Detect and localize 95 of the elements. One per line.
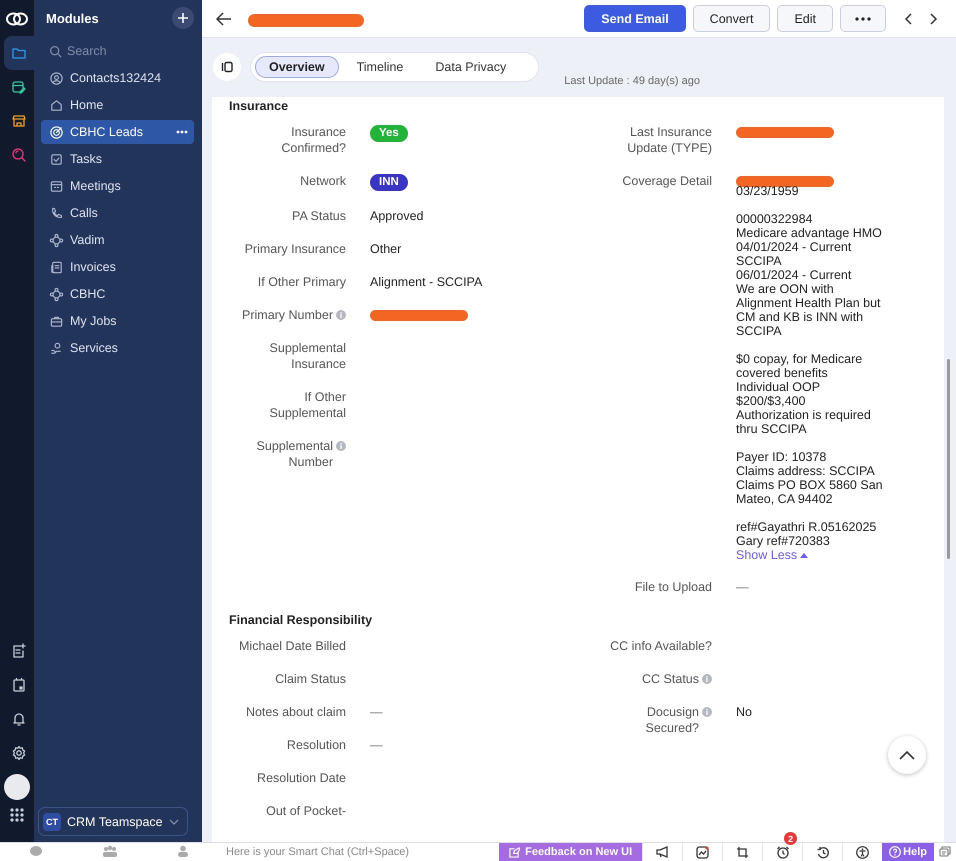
phone-icon [49, 206, 64, 220]
section-title: Insurance [228, 98, 290, 115]
empty-value: — [370, 737, 384, 753]
panel-title: Modules [46, 10, 99, 26]
field-label: Coverage Detail [622, 173, 712, 189]
field-label: Last Insurance Update (TYPE) [626, 124, 712, 156]
search-icon [49, 44, 62, 58]
status-badge: INN [370, 174, 408, 191]
workspace-selector[interactable]: CT CRM Teamspace [38, 807, 188, 836]
panel-icon [221, 61, 233, 73]
sidebar-item[interactable]: CBHC Leads [41, 120, 194, 144]
field-label: Out of Pocket- [266, 803, 346, 819]
sidebar-item[interactable]: Services [41, 336, 194, 360]
contact-icon [49, 70, 64, 86]
calendar-icon [49, 178, 64, 194]
target-icon [49, 124, 64, 140]
field-label: Claim Status [275, 671, 346, 687]
alarm-clock-icon [776, 846, 790, 858]
field-label: Primary Insurance [244, 241, 346, 257]
field-value: Approved [370, 208, 425, 224]
task-icon [49, 152, 64, 166]
document-icon [49, 260, 64, 274]
field-label: Supplemental Number [256, 438, 333, 470]
help-button[interactable]: Help [882, 843, 934, 861]
calendar-edit-icon[interactable] [11, 79, 27, 95]
sidebar-item[interactable]: Home [41, 93, 194, 117]
chevron-up-icon [899, 750, 915, 760]
sidebar-item[interactable]: My Jobs [41, 309, 194, 333]
panel-toggle-button[interactable] [213, 53, 241, 81]
sidebar-item[interactable]: Invoices [41, 255, 194, 279]
sidebar-item[interactable]: CBHC [41, 282, 194, 306]
previous-icon[interactable] [904, 12, 912, 24]
field-label: Resolution [286, 737, 346, 753]
back-arrow-icon[interactable] [216, 12, 232, 26]
field-label: CC Status [642, 671, 699, 687]
field-label: CC info Available? [610, 638, 712, 654]
field-label: Notes about claim [246, 704, 346, 720]
sidebar-item[interactable]: Contacts132424 [41, 66, 194, 90]
action-button[interactable]: Send Email [584, 5, 686, 32]
calendar-icon[interactable] [11, 677, 27, 693]
section-title: Financial Responsibility [228, 612, 374, 629]
coverage-detail-text: 03/23/1959 00000322984 Medicare advantage HMO 04/01/2024 - Current SCCIPA 06/01/2024 - Current We are OON with Alignment Health Plan but CM and KB is INN with SCCIPA $0 copay, for Medicare covered benefits Individual OOP $200/$3,400 Authorization is required thru SCCIPA Payer ID: 10378 Claims address: SCCIPA Claims PO BOX 5860 San Mateo, CA 94402 ref#Gayathri R.05162025 Gary ref#720383 [736, 184, 883, 548]
settings-icon[interactable] [11, 745, 27, 761]
chevron-down-icon [169, 818, 179, 824]
status-badge: Yes [370, 125, 408, 142]
avatar[interactable] [4, 774, 30, 800]
search-field[interactable]: Search [67, 44, 187, 58]
feedback-button[interactable]: Feedback on New UI [499, 843, 642, 861]
empty-value: — [736, 579, 750, 595]
tab[interactable]: Data Privacy [421, 56, 520, 78]
field-label: PA Status [292, 208, 346, 224]
logo-icon[interactable] [5, 10, 29, 28]
tab[interactable]: Timeline [342, 56, 418, 78]
sidebar-item[interactable]: Tasks [41, 147, 194, 171]
scrollbar-thumb[interactable] [947, 359, 950, 559]
action-button[interactable]: Edit [777, 5, 833, 32]
show-less-link[interactable]: Show Less [736, 548, 808, 562]
store-icon[interactable] [11, 113, 27, 129]
nodes-icon [49, 286, 64, 302]
note-add-icon[interactable] [11, 643, 27, 659]
field-label: If Other Primary [258, 274, 346, 290]
last-update-text: Last Update : 49 day(s) ago [564, 75, 700, 87]
field-label: Resolution Date [257, 770, 346, 786]
bell-icon[interactable] [11, 711, 27, 727]
more-icon [855, 16, 871, 20]
field-label: Michael Date Billed [239, 638, 346, 654]
field-label: File to Upload [634, 579, 712, 595]
briefcase-icon [49, 314, 64, 328]
nodes-icon [49, 232, 64, 248]
sidebar-item[interactable]: Calls [41, 201, 194, 225]
field-label: Insurance Confirmed? [280, 124, 346, 156]
caret-up-icon [800, 552, 808, 558]
app-grid-icon[interactable] [10, 808, 24, 822]
add-button[interactable] [172, 7, 194, 29]
action-button[interactable]: Convert [692, 5, 770, 32]
help-icon [889, 846, 902, 858]
edit-icon [509, 846, 520, 858]
tab[interactable]: Overview [255, 56, 339, 78]
search-circle-icon[interactable] [11, 147, 27, 163]
sidebar-item[interactable]: Vadim [41, 228, 194, 252]
field-label: Docusign Secured? [644, 704, 699, 736]
field-label: Network [300, 173, 346, 189]
field-label: Supplemental Insurance [268, 340, 346, 372]
sidebar-item[interactable]: Meetings [41, 174, 194, 198]
empty-value: — [370, 704, 384, 720]
home-icon [49, 98, 64, 112]
field-value: No [736, 704, 753, 721]
chat-icon[interactable] [939, 846, 951, 858]
field-value: Alignment - SCCIPA [370, 274, 484, 290]
field-value: Other [370, 241, 402, 257]
more-icon[interactable] [176, 130, 188, 134]
plus-icon [178, 13, 188, 23]
field-label: If Other Supplemental [268, 389, 346, 421]
next-icon[interactable] [930, 12, 938, 24]
field-label: Primary Number [242, 307, 333, 323]
